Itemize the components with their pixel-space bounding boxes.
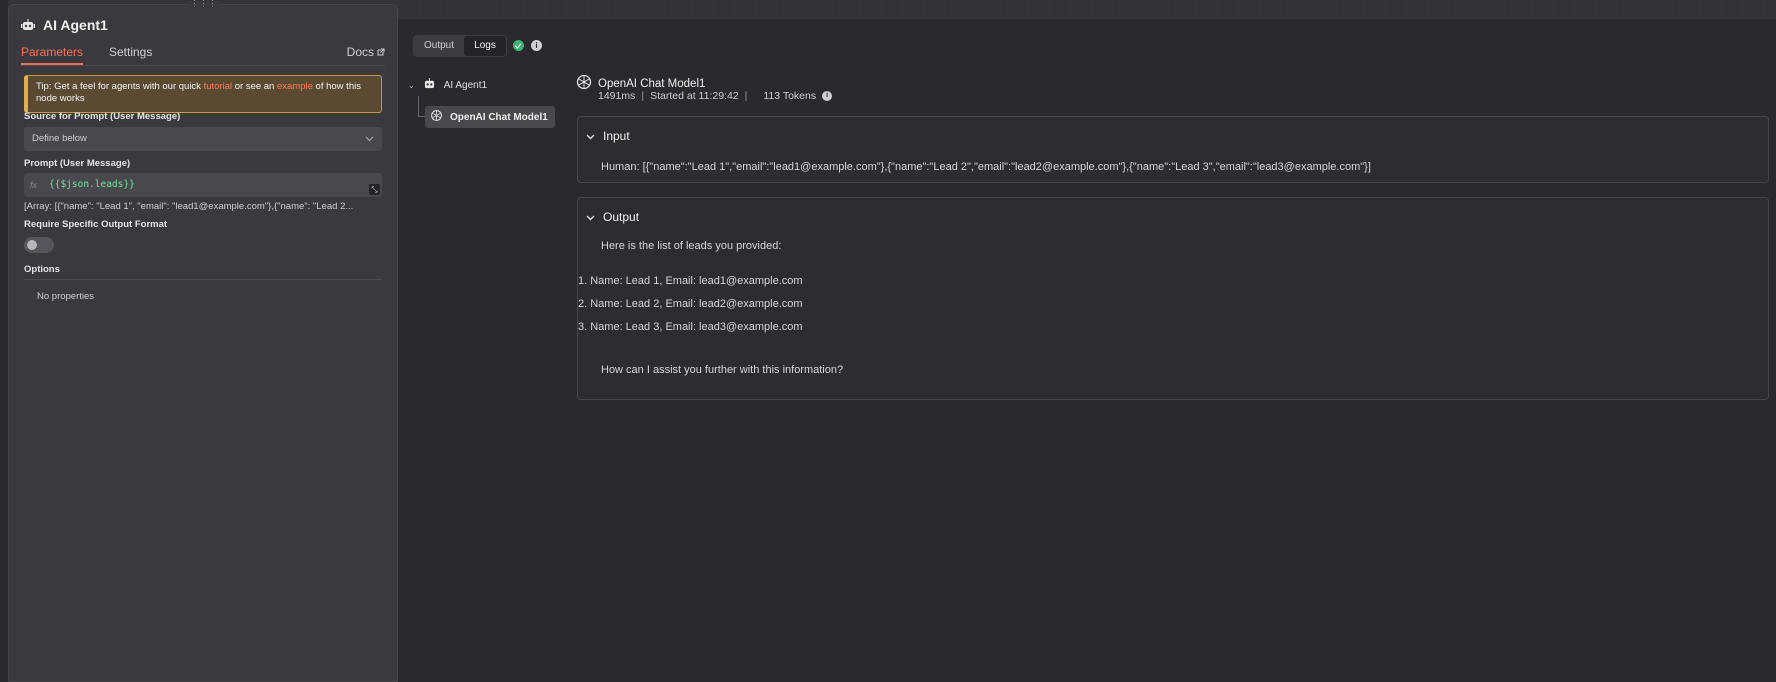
tabs-divider (21, 65, 385, 66)
tip-callout: Tip: Get a feel for agents with our quic… (24, 75, 382, 113)
list-item: 3. Name: Lead 3, Email: lead3@example.co… (578, 321, 803, 333)
openai-icon (430, 109, 443, 125)
log-tree-agent[interactable]: ⌄ AI Agent1 (408, 78, 487, 92)
log-tree-model-label: OpenAI Chat Model1 (450, 111, 548, 123)
chevron-down-icon (586, 215, 595, 220)
source-prompt-label: Source for Prompt (User Message) (24, 111, 181, 122)
panel-title: AI Agent1 (43, 17, 108, 33)
run-started: Started at 11:29:42 (650, 90, 739, 102)
tab-parameters[interactable]: Parameters (21, 45, 84, 65)
output-format-label: Require Specific Output Format (24, 219, 168, 230)
openai-icon (576, 74, 592, 93)
canvas-left-edge (0, 0, 8, 682)
separator: | (641, 90, 645, 102)
tip-text-middle: or see an (232, 81, 277, 92)
no-properties-text: No properties (37, 291, 95, 302)
info-icon[interactable]: i (822, 91, 833, 101)
output-logs-toggle: Output Logs (413, 35, 507, 57)
output-list: 1. Name: Lead 1, Email: lead1@example.co… (578, 275, 803, 344)
panel-header: AI Agent1 (21, 17, 108, 33)
external-link-icon (377, 48, 385, 56)
prompt-expression-input[interactable]: fx {{$json.leads}} ⤡ (24, 173, 382, 197)
tree-connector (418, 96, 419, 116)
expand-editor-icon[interactable]: ⤡ (369, 184, 380, 195)
prompt-expression-value: {{$json.leads}} (49, 179, 135, 190)
docs-link[interactable]: Docs (347, 45, 385, 59)
tip-text-prefix: Tip: Get a feel for agents with our quic… (36, 81, 204, 92)
panel-tabs: Parameters Settings Docs (21, 45, 385, 69)
chevron-down-icon[interactable]: ⌄ (408, 81, 415, 90)
options-label: Options (24, 264, 60, 275)
source-prompt-value: Define below (32, 133, 87, 144)
input-section: Input Human: [{"name":"Lead 1","email":"… (577, 116, 1769, 183)
panel-drag-handle[interactable]: ⋮⋮⋮ (187, 0, 221, 9)
robot-icon (423, 78, 436, 92)
input-content: Human: [{"name":"Lead 1","email":"lead1@… (601, 161, 1371, 173)
list-item: 1. Name: Lead 1, Email: lead1@example.co… (578, 275, 803, 287)
tutorial-link[interactable]: tutorial (204, 81, 233, 92)
run-tokens: 113 Tokens (763, 90, 817, 102)
separator: | (744, 90, 748, 102)
robot-icon (21, 19, 35, 31)
run-title: OpenAI Chat Model1 (598, 77, 706, 90)
options-divider (24, 279, 382, 280)
fx-icon: fx (30, 180, 38, 190)
output-heading: Output (603, 210, 640, 224)
output-toggle-button[interactable]: Output (414, 36, 464, 56)
logs-toggle-button[interactable]: Logs (464, 36, 506, 56)
run-meta: 1491ms | Started at 11:29:42 | 113 Token… (598, 90, 833, 102)
info-icon[interactable]: i (531, 40, 542, 51)
input-heading: Input (603, 129, 630, 143)
prompt-preview: [Array: [{"name": "Lead 1", "email": "le… (24, 201, 354, 212)
list-item: 2. Name: Lead 2, Email: lead2@example.co… (578, 298, 803, 310)
log-tree-agent-label: AI Agent1 (443, 79, 488, 91)
prompt-label: Prompt (User Message) (24, 158, 131, 169)
docs-link-label: Docs (346, 45, 374, 59)
node-parameters-panel: ⋮⋮⋮ AI Agent1 Parameters Settings Docs T… (8, 0, 398, 682)
run-header: OpenAI Chat Model1 1491ms | Started at 1… (576, 74, 833, 102)
input-section-header[interactable]: Input (586, 129, 630, 143)
chevron-down-icon (586, 134, 595, 139)
output-intro: Here is the list of leads you provided: (601, 240, 782, 252)
output-format-toggle[interactable] (24, 237, 54, 253)
chevron-down-icon (365, 127, 374, 161)
output-section: Output Here is the list of leads you pro… (577, 197, 1769, 400)
output-closing: How can I assist you further with this i… (601, 364, 844, 376)
example-link[interactable]: example (277, 81, 313, 92)
output-section-header[interactable]: Output (586, 210, 639, 224)
run-duration: 1491ms (598, 90, 636, 102)
check-circle-icon (513, 40, 524, 51)
tab-settings[interactable]: Settings (109, 45, 152, 59)
source-prompt-select[interactable]: Define below (24, 127, 382, 151)
log-tree-model[interactable]: OpenAI Chat Model1 (425, 106, 555, 128)
